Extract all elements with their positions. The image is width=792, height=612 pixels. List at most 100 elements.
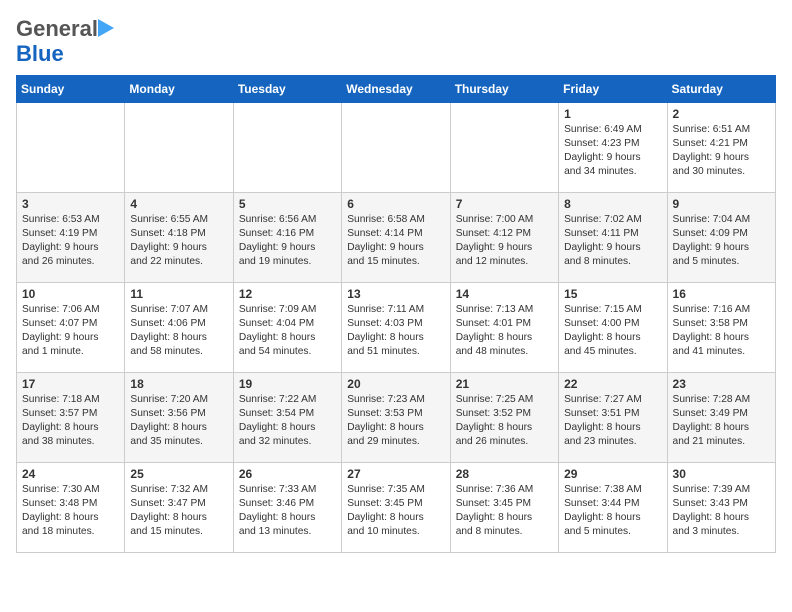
weekday-header-monday: Monday bbox=[125, 75, 233, 102]
day-info: Sunrise: 7:16 AM Sunset: 3:58 PM Dayligh… bbox=[673, 303, 770, 360]
day-number: 20 bbox=[347, 377, 444, 391]
day-info: Sunrise: 7:38 AM Sunset: 3:44 PM Dayligh… bbox=[564, 483, 661, 540]
logo-arrow-icon bbox=[98, 19, 114, 37]
day-number: 8 bbox=[564, 197, 661, 211]
day-number: 18 bbox=[130, 377, 227, 391]
weekday-header-thursday: Thursday bbox=[450, 75, 558, 102]
calendar-cell: 24 Sunrise: 7:30 AM Sunset: 3:48 PM Dayli… bbox=[17, 462, 125, 552]
weekday-header-saturday: Saturday bbox=[667, 75, 775, 102]
calendar-cell: 26 Sunrise: 7:33 AM Sunset: 3:46 PM Dayli… bbox=[233, 462, 341, 552]
calendar-cell: 19 Sunrise: 7:22 AM Sunset: 3:54 PM Dayli… bbox=[233, 372, 341, 462]
day-number: 4 bbox=[130, 197, 227, 211]
calendar-cell: 10Sunrise: 7:06 AM Sunset: 4:07 PM Dayli… bbox=[17, 282, 125, 372]
day-number: 14 bbox=[456, 287, 553, 301]
calendar-cell: 16 Sunrise: 7:16 AM Sunset: 3:58 PM Dayli… bbox=[667, 282, 775, 372]
day-info: Sunrise: 7:23 AM Sunset: 3:53 PM Dayligh… bbox=[347, 393, 444, 450]
calendar-cell: 8 Sunrise: 7:02 AM Sunset: 4:11 PM Daylig… bbox=[559, 192, 667, 282]
calendar-cell: 5 Sunrise: 6:56 AM Sunset: 4:16 PM Daylig… bbox=[233, 192, 341, 282]
calendar-cell: 12 Sunrise: 7:09 AM Sunset: 4:04 PM Dayli… bbox=[233, 282, 341, 372]
day-info: Sunrise: 7:15 AM Sunset: 4:00 PM Dayligh… bbox=[564, 303, 661, 360]
calendar-cell: 13Sunrise: 7:11 AM Sunset: 4:03 PM Dayli… bbox=[342, 282, 450, 372]
header: General Blue bbox=[16, 16, 776, 67]
calendar-week-row-4: 17Sunrise: 7:18 AM Sunset: 3:57 PM Dayli… bbox=[17, 372, 776, 462]
logo-blue-text: Blue bbox=[16, 41, 64, 66]
calendar-cell: 27 Sunrise: 7:35 AM Sunset: 3:45 PM Dayli… bbox=[342, 462, 450, 552]
day-number: 23 bbox=[673, 377, 770, 391]
day-number: 1 bbox=[564, 107, 661, 121]
day-number: 2 bbox=[673, 107, 770, 121]
day-info: Sunrise: 7:09 AM Sunset: 4:04 PM Dayligh… bbox=[239, 303, 336, 360]
day-info: Sunrise: 6:55 AM Sunset: 4:18 PM Dayligh… bbox=[130, 213, 227, 270]
calendar-cell: 3 Sunrise: 6:53 AM Sunset: 4:19 PM Daylig… bbox=[17, 192, 125, 282]
day-number: 21 bbox=[456, 377, 553, 391]
calendar-cell: 14 Sunrise: 7:13 AM Sunset: 4:01 PM Dayli… bbox=[450, 282, 558, 372]
day-info: Sunrise: 7:20 AM Sunset: 3:56 PM Dayligh… bbox=[130, 393, 227, 450]
day-number: 15 bbox=[564, 287, 661, 301]
calendar-cell: 20 Sunrise: 7:23 AM Sunset: 3:53 PM Dayli… bbox=[342, 372, 450, 462]
day-info: Sunrise: 6:53 AM Sunset: 4:19 PM Dayligh… bbox=[22, 213, 119, 270]
weekday-header-sunday: Sunday bbox=[17, 75, 125, 102]
day-number: 12 bbox=[239, 287, 336, 301]
day-number: 5 bbox=[239, 197, 336, 211]
calendar-cell bbox=[342, 102, 450, 192]
calendar-cell: 30Sunrise: 7:39 AM Sunset: 3:43 PM Dayli… bbox=[667, 462, 775, 552]
day-info: Sunrise: 7:33 AM Sunset: 3:46 PM Dayligh… bbox=[239, 483, 336, 540]
day-info: Sunrise: 7:35 AM Sunset: 3:45 PM Dayligh… bbox=[347, 483, 444, 540]
weekday-header-row: SundayMondayTuesdayWednesdayThursdayFrid… bbox=[17, 75, 776, 102]
day-info: Sunrise: 6:56 AM Sunset: 4:16 PM Dayligh… bbox=[239, 213, 336, 270]
logo-general-text: General bbox=[16, 16, 98, 41]
day-info: Sunrise: 7:28 AM Sunset: 3:49 PM Dayligh… bbox=[673, 393, 770, 450]
calendar-cell bbox=[233, 102, 341, 192]
day-info: Sunrise: 7:25 AM Sunset: 3:52 PM Dayligh… bbox=[456, 393, 553, 450]
day-info: Sunrise: 7:07 AM Sunset: 4:06 PM Dayligh… bbox=[130, 303, 227, 360]
calendar-cell: 18 Sunrise: 7:20 AM Sunset: 3:56 PM Dayli… bbox=[125, 372, 233, 462]
calendar-cell: 17Sunrise: 7:18 AM Sunset: 3:57 PM Dayli… bbox=[17, 372, 125, 462]
day-number: 19 bbox=[239, 377, 336, 391]
day-info: Sunrise: 6:51 AM Sunset: 4:21 PM Dayligh… bbox=[673, 123, 770, 180]
day-info: Sunrise: 7:00 AM Sunset: 4:12 PM Dayligh… bbox=[456, 213, 553, 270]
day-info: Sunrise: 6:49 AM Sunset: 4:23 PM Dayligh… bbox=[564, 123, 661, 180]
calendar-cell: 9Sunrise: 7:04 AM Sunset: 4:09 PM Daylig… bbox=[667, 192, 775, 282]
calendar-cell: 25Sunrise: 7:32 AM Sunset: 3:47 PM Dayli… bbox=[125, 462, 233, 552]
day-info: Sunrise: 7:02 AM Sunset: 4:11 PM Dayligh… bbox=[564, 213, 661, 270]
day-info: Sunrise: 7:27 AM Sunset: 3:51 PM Dayligh… bbox=[564, 393, 661, 450]
day-number: 16 bbox=[673, 287, 770, 301]
day-info: Sunrise: 6:58 AM Sunset: 4:14 PM Dayligh… bbox=[347, 213, 444, 270]
weekday-header-wednesday: Wednesday bbox=[342, 75, 450, 102]
day-number: 13 bbox=[347, 287, 444, 301]
calendar-week-row-5: 24 Sunrise: 7:30 AM Sunset: 3:48 PM Dayli… bbox=[17, 462, 776, 552]
calendar-cell: 7Sunrise: 7:00 AM Sunset: 4:12 PM Daylig… bbox=[450, 192, 558, 282]
day-number: 30 bbox=[673, 467, 770, 481]
calendar-week-row-2: 3 Sunrise: 6:53 AM Sunset: 4:19 PM Daylig… bbox=[17, 192, 776, 282]
day-info: Sunrise: 7:18 AM Sunset: 3:57 PM Dayligh… bbox=[22, 393, 119, 450]
calendar-week-row-3: 10Sunrise: 7:06 AM Sunset: 4:07 PM Dayli… bbox=[17, 282, 776, 372]
calendar-week-row-1: 1 Sunrise: 6:49 AM Sunset: 4:23 PM Daylig… bbox=[17, 102, 776, 192]
day-number: 3 bbox=[22, 197, 119, 211]
calendar-cell: 2 Sunrise: 6:51 AM Sunset: 4:21 PM Daylig… bbox=[667, 102, 775, 192]
day-number: 28 bbox=[456, 467, 553, 481]
day-info: Sunrise: 7:22 AM Sunset: 3:54 PM Dayligh… bbox=[239, 393, 336, 450]
weekday-header-tuesday: Tuesday bbox=[233, 75, 341, 102]
calendar-cell bbox=[450, 102, 558, 192]
calendar-cell bbox=[17, 102, 125, 192]
weekday-header-friday: Friday bbox=[559, 75, 667, 102]
calendar-table: SundayMondayTuesdayWednesdayThursdayFrid… bbox=[16, 75, 776, 553]
day-info: Sunrise: 7:13 AM Sunset: 4:01 PM Dayligh… bbox=[456, 303, 553, 360]
day-number: 11 bbox=[130, 287, 227, 301]
day-number: 22 bbox=[564, 377, 661, 391]
day-info: Sunrise: 7:04 AM Sunset: 4:09 PM Dayligh… bbox=[673, 213, 770, 270]
calendar-cell: 15 Sunrise: 7:15 AM Sunset: 4:00 PM Dayli… bbox=[559, 282, 667, 372]
calendar-cell: 23 Sunrise: 7:28 AM Sunset: 3:49 PM Dayli… bbox=[667, 372, 775, 462]
day-info: Sunrise: 7:30 AM Sunset: 3:48 PM Dayligh… bbox=[22, 483, 119, 540]
day-info: Sunrise: 7:32 AM Sunset: 3:47 PM Dayligh… bbox=[130, 483, 227, 540]
calendar-cell: 29Sunrise: 7:38 AM Sunset: 3:44 PM Dayli… bbox=[559, 462, 667, 552]
calendar-cell: 21 Sunrise: 7:25 AM Sunset: 3:52 PM Dayli… bbox=[450, 372, 558, 462]
calendar-cell: 22 Sunrise: 7:27 AM Sunset: 3:51 PM Dayli… bbox=[559, 372, 667, 462]
calendar-cell: 1 Sunrise: 6:49 AM Sunset: 4:23 PM Daylig… bbox=[559, 102, 667, 192]
day-number: 27 bbox=[347, 467, 444, 481]
logo: General Blue bbox=[16, 16, 98, 67]
calendar-cell bbox=[125, 102, 233, 192]
day-info: Sunrise: 7:06 AM Sunset: 4:07 PM Dayligh… bbox=[22, 303, 119, 360]
day-number: 26 bbox=[239, 467, 336, 481]
day-number: 24 bbox=[22, 467, 119, 481]
